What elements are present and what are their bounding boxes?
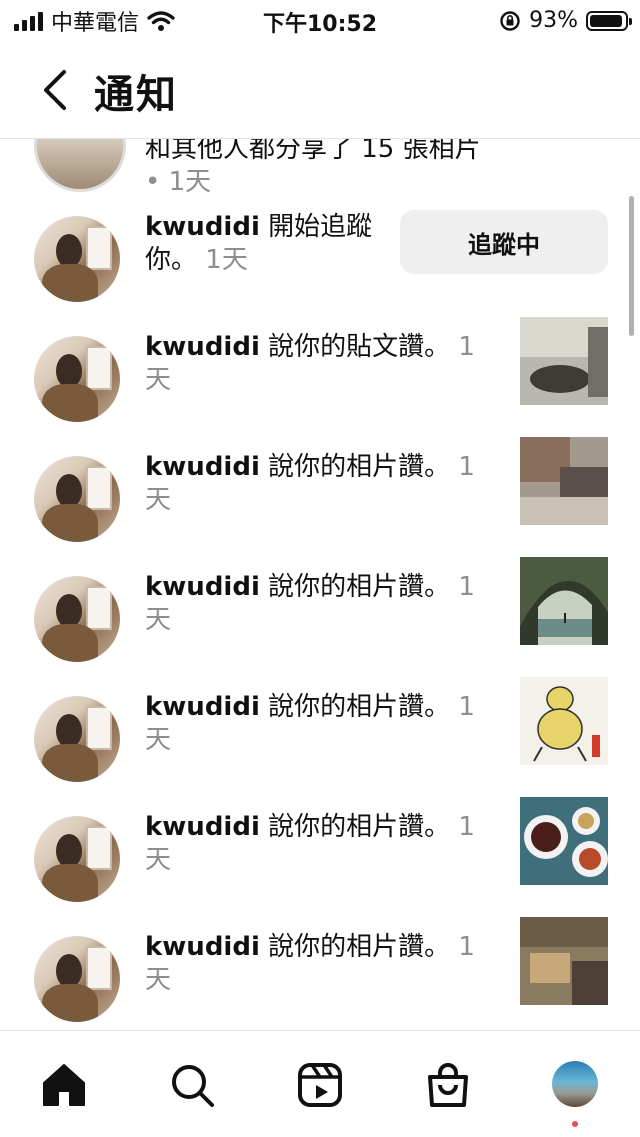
notification-text: 說你的相片讚。 — [259, 692, 451, 722]
avatar[interactable] — [34, 576, 120, 662]
post-thumbnail[interactable] — [520, 557, 608, 645]
notification-dot — [572, 1121, 578, 1127]
username[interactable]: kwudidi — [145, 692, 260, 722]
battery-icon — [586, 10, 632, 31]
list-item[interactable]: kwudidi 開始追蹤你。 1天 追蹤中 — [0, 197, 640, 317]
username[interactable]: kwudidi — [145, 332, 260, 362]
notification-text: 說你的貼文讚。 — [259, 332, 451, 362]
scrollbar[interactable] — [629, 196, 634, 336]
avatar[interactable] — [34, 139, 126, 192]
avatar[interactable] — [34, 816, 120, 902]
avatar[interactable] — [34, 336, 120, 422]
notification-text: 說你的相片讚。 — [259, 932, 451, 962]
avatar[interactable] — [34, 696, 120, 782]
battery-percent: 93% — [529, 8, 578, 33]
search-icon[interactable] — [168, 1061, 216, 1109]
list-item[interactable]: kwudidi 說你的相片讚。 1天 — [0, 797, 640, 917]
home-icon[interactable] — [40, 1061, 88, 1109]
avatar[interactable] — [34, 216, 120, 302]
post-thumbnail[interactable] — [520, 437, 608, 525]
post-thumbnail[interactable] — [520, 917, 608, 1005]
username[interactable]: kwudidi — [145, 212, 260, 242]
notification-text: 和其他人都分享了 15 張相片 — [145, 139, 481, 164]
notification-time: 1天 — [197, 245, 248, 275]
following-button[interactable]: 追蹤中 — [400, 210, 608, 274]
username[interactable]: kwudidi — [145, 932, 260, 962]
list-item[interactable]: kwudidi 說你的相片讚。 1天 — [0, 917, 640, 1029]
list-item[interactable]: 和其他人都分享了 15 張相片 • 1天 — [0, 139, 640, 201]
username[interactable]: kwudidi — [145, 452, 260, 482]
list-item[interactable]: kwudidi 說你的相片讚。 1天 — [0, 437, 640, 557]
header: 通知 — [0, 40, 640, 139]
notification-time: 1天 — [168, 167, 212, 197]
list-item[interactable]: kwudidi 說你的貼文讚。 1天 — [0, 317, 640, 437]
notification-text: 說你的相片讚。 — [259, 452, 451, 482]
post-thumbnail[interactable] — [520, 677, 608, 765]
reels-icon[interactable] — [296, 1061, 344, 1109]
list-item[interactable]: kwudidi 說你的相片讚。 1天 — [0, 677, 640, 797]
profile-avatar[interactable] — [552, 1061, 598, 1107]
avatar[interactable] — [34, 456, 120, 542]
username[interactable]: kwudidi — [145, 572, 260, 602]
post-thumbnail[interactable] — [520, 317, 608, 405]
notification-text: 說你的相片讚。 — [259, 572, 451, 602]
notification-text: 說你的相片讚。 — [259, 812, 451, 842]
list-item[interactable]: kwudidi 說你的相片讚。 1天 — [0, 557, 640, 677]
post-thumbnail[interactable] — [520, 797, 608, 885]
shop-icon[interactable] — [424, 1061, 472, 1109]
back-arrow-icon[interactable] — [38, 68, 74, 112]
orientation-lock-icon — [500, 10, 520, 31]
avatar[interactable] — [34, 936, 120, 1022]
bottom-nav — [0, 1030, 640, 1137]
notification-list[interactable]: 和其他人都分享了 15 張相片 • 1天 kwudidi 開始追蹤你。 1天 追… — [0, 139, 640, 1029]
page-title: 通知 — [94, 72, 178, 118]
username[interactable]: kwudidi — [145, 812, 260, 842]
status-bar: 中華電信 下午10:52 93% — [0, 0, 640, 40]
